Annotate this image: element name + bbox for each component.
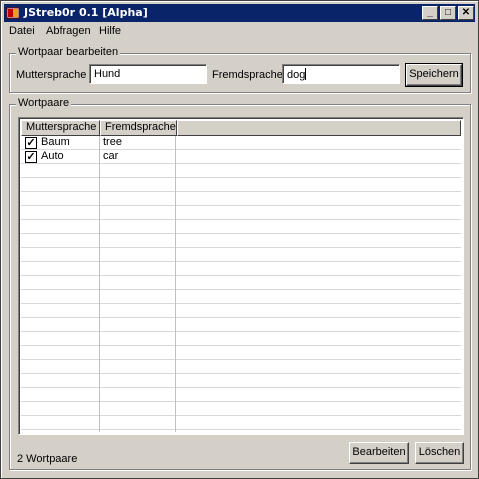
app-window: JStreb0r 0.1 [Alpha] _ □ ✕ Datei Abfrage…: [0, 0, 479, 479]
edit-button[interactable]: Bearbeiten: [349, 442, 409, 464]
close-button[interactable]: ✕: [458, 6, 474, 20]
window-title: JStreb0r 0.1 [Alpha]: [24, 6, 148, 19]
pair-count-status: 2 Wortpaare: [17, 453, 78, 465]
foreign-language-label: Fremdsprache: [212, 69, 283, 81]
column-header-foreign[interactable]: Fremdsprache: [100, 120, 177, 136]
column-header-filler: [177, 120, 461, 136]
column-header-native[interactable]: Muttersprache: [21, 120, 100, 136]
row-checkbox[interactable]: ✓: [25, 151, 37, 163]
table-row[interactable]: ✓ Auto car: [21, 150, 461, 164]
app-icon: [6, 7, 20, 19]
row-checkbox[interactable]: ✓: [25, 137, 37, 149]
foreign-language-input[interactable]: dog: [282, 64, 400, 84]
word-pairs-table[interactable]: Muttersprache Fremdsprache ✓ Baum tree ✓…: [18, 117, 464, 435]
row-foreign-cell: car: [103, 150, 119, 162]
delete-button[interactable]: Löschen: [415, 442, 464, 464]
table-row[interactable]: ✓ Baum tree: [21, 136, 461, 150]
column-divider: [175, 136, 176, 432]
text-caret: [305, 68, 307, 80]
save-button[interactable]: Speichern: [405, 63, 463, 87]
row-native-cell: Auto: [41, 150, 64, 162]
edit-pair-group-title: Wortpaar bearbeiten: [16, 46, 121, 58]
table-header: Muttersprache Fremdsprache: [21, 120, 461, 136]
table-gridlines: [21, 136, 461, 432]
column-divider: [99, 136, 100, 432]
native-language-label: Muttersprache: [16, 69, 87, 81]
maximize-button[interactable]: □: [440, 6, 456, 20]
menu-hilfe[interactable]: Hilfe: [99, 25, 121, 37]
minimize-button[interactable]: _: [422, 6, 438, 20]
title-bar[interactable]: JStreb0r 0.1 [Alpha] _ □ ✕: [4, 4, 475, 22]
row-native-cell: Baum: [41, 136, 70, 148]
menu-datei[interactable]: Datei: [9, 25, 35, 37]
word-pairs-group-title: Wortpaare: [16, 97, 72, 109]
native-language-value: Hund: [94, 68, 121, 80]
native-language-input[interactable]: Hund: [89, 64, 207, 84]
foreign-language-value: dog: [287, 69, 306, 81]
row-foreign-cell: tree: [103, 136, 122, 148]
menu-abfragen[interactable]: Abfragen: [46, 25, 91, 37]
